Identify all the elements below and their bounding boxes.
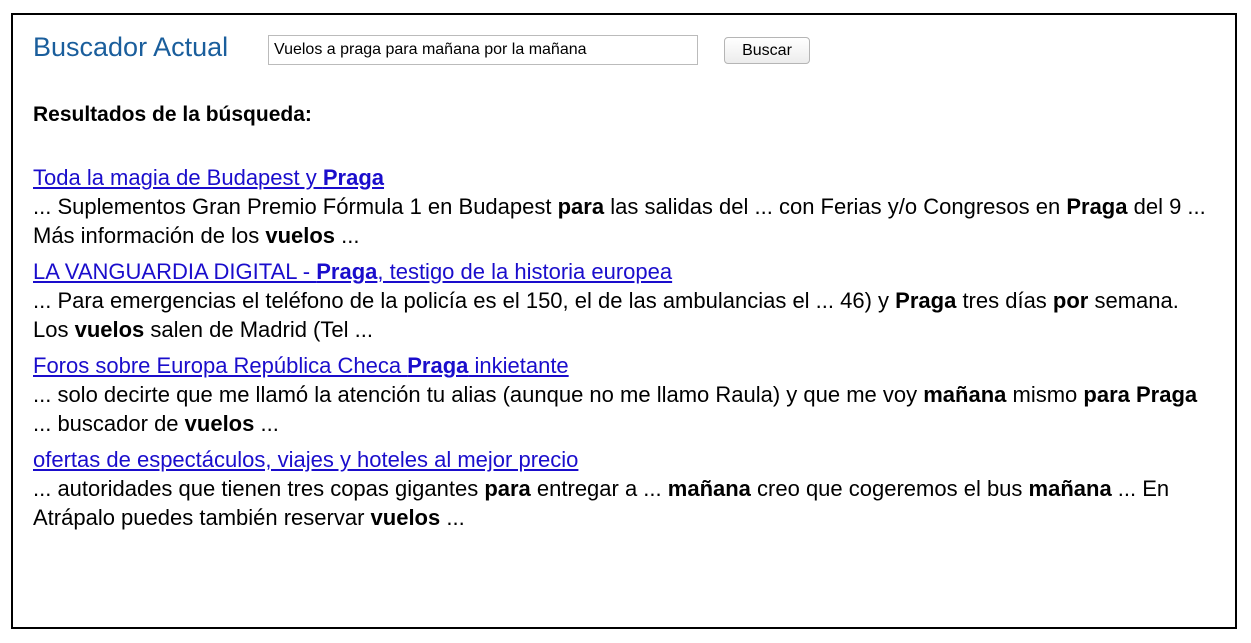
highlighted-term: vuelos bbox=[74, 317, 145, 342]
highlighted-term: por bbox=[1052, 288, 1089, 313]
highlighted-term: Praga bbox=[316, 259, 378, 284]
highlighted-term: mañana bbox=[1028, 476, 1112, 501]
snippet-text: mismo bbox=[1006, 382, 1084, 407]
snippet-text: entregar a ... bbox=[530, 476, 668, 501]
result-snippet: ... autoridades que tienen tres copas gi… bbox=[33, 474, 1213, 532]
title-text: , testigo de la historia europea bbox=[377, 259, 673, 284]
result-title-link[interactable]: Toda la magia de Budapest y Praga bbox=[33, 164, 384, 192]
result-item: ofertas de espectáculos, viajes y hotele… bbox=[33, 446, 1213, 532]
highlighted-term: mañana bbox=[923, 382, 1007, 407]
result-snippet: ... Suplementos Gran Premio Fórmula 1 en… bbox=[33, 192, 1213, 250]
title-text: ofertas de espectáculos, viajes y hotele… bbox=[33, 447, 579, 472]
result-snippet: ... Para emergencias el teléfono de la p… bbox=[33, 286, 1213, 344]
result-snippet: ... solo decirte que me llamó la atenció… bbox=[33, 380, 1213, 438]
result-item: LA VANGUARDIA DIGITAL - Praga, testigo d… bbox=[33, 258, 1213, 344]
search-input[interactable] bbox=[268, 35, 698, 65]
snippet-text: ... bbox=[440, 505, 465, 530]
snippet-text: ... bbox=[254, 411, 279, 436]
results-heading: Resultados de la búsqueda: bbox=[33, 103, 312, 126]
title-text: LA VANGUARDIA DIGITAL - bbox=[33, 259, 317, 284]
result-item: Toda la magia de Budapest y Praga... Sup… bbox=[33, 164, 1213, 250]
highlighted-term: vuelos bbox=[184, 411, 255, 436]
snippet-text: ... Para emergencias el teléfono de la p… bbox=[33, 288, 896, 313]
result-title-link[interactable]: Foros sobre Europa República Checa Praga… bbox=[33, 352, 569, 380]
snippet-text: salen de Madrid (Tel ... bbox=[144, 317, 373, 342]
snippet-text: tres días bbox=[956, 288, 1053, 313]
result-title-link[interactable]: LA VANGUARDIA DIGITAL - Praga, testigo d… bbox=[33, 258, 672, 286]
result-title-link[interactable]: ofertas de espectáculos, viajes y hotele… bbox=[33, 446, 578, 474]
highlighted-term: Praga bbox=[1066, 194, 1128, 219]
search-header: Buscador Actual Buscar bbox=[33, 30, 933, 66]
snippet-text: ... buscador de bbox=[33, 411, 185, 436]
highlighted-term: mañana bbox=[667, 476, 751, 501]
brand-title: Buscador Actual bbox=[33, 32, 229, 62]
highlighted-term: Praga bbox=[322, 165, 385, 190]
title-text: Toda la magia de Budapest y bbox=[33, 165, 323, 190]
highlighted-term: Praga bbox=[895, 288, 957, 313]
snippet-text: ... bbox=[335, 223, 360, 248]
title-text: inkietante bbox=[468, 353, 569, 378]
highlighted-term: vuelos bbox=[265, 223, 336, 248]
search-button[interactable]: Buscar bbox=[724, 37, 810, 64]
snippet-text: creo que cogeremos el bus bbox=[750, 476, 1029, 501]
highlighted-term: para bbox=[484, 476, 531, 501]
results-list: Toda la magia de Budapest y Praga... Sup… bbox=[33, 164, 1213, 540]
highlighted-term: Praga bbox=[407, 353, 469, 378]
title-text: Foros sobre Europa República Checa bbox=[33, 353, 408, 378]
highlighted-term: para bbox=[557, 194, 605, 219]
snippet-text: ... autoridades que tienen tres copas gi… bbox=[33, 476, 485, 501]
result-item: Foros sobre Europa República Checa Praga… bbox=[33, 352, 1213, 438]
snippet-text: las salidas del ... con Ferias y/o Congr… bbox=[604, 194, 1067, 219]
highlighted-term: para Praga bbox=[1083, 382, 1198, 407]
snippet-text: ... Suplementos Gran Premio Fórmula 1 en… bbox=[33, 194, 558, 219]
snippet-text: ... solo decirte que me llamó la atenció… bbox=[33, 382, 924, 407]
highlighted-term: vuelos bbox=[370, 505, 441, 530]
